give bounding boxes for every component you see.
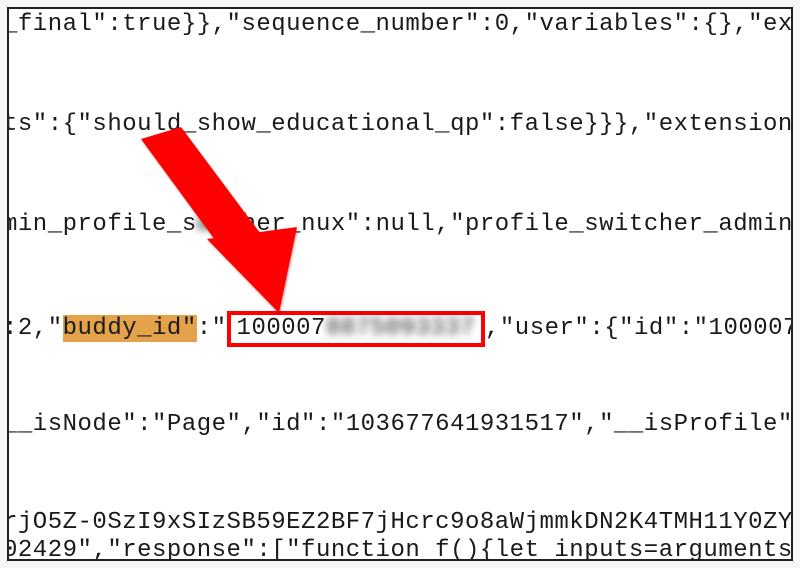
code-line-5: rjO5Z-0SzI9xSIzSB59EZ2BF7jHcrc9o8aWjmmkD… [7,509,793,536]
code-text: ,"user":{"id":" [485,315,709,342]
boxed-value-clear: 100007 [237,315,326,342]
code-line-2: min_profile_swither_nux":null,"profile_s… [7,211,793,238]
code-line-6: 02429","response":["function f(){let inp… [7,537,793,561]
code-line-3: :2,"buddy_id":"1000078875093337,"user":{… [7,311,793,347]
user-id-clear: 100007 [709,315,793,342]
highlighted-key-buddy-id: buddy_id" [63,315,197,342]
code-text: ts":{"should_show_educational_qp":false}… [7,111,793,138]
code-text: :2," [7,315,63,342]
code-text: :" [197,315,227,342]
code-text: 02429","response":["function f(){let inp… [7,537,793,561]
code-text: min_profile_s [7,211,197,238]
code-line-1: ts":{"should_show_educational_qp":false}… [7,111,793,138]
red-box-value: 1000078875093337 [227,311,485,347]
code-viewport: _final":true}},"sequence_number":0,"vari… [7,7,793,561]
blurred-text: wit [197,211,242,238]
boxed-value-blurred: 8875093337 [326,317,475,341]
code-line-4: __isNode":"Page","id":"103677641931517",… [7,411,793,438]
code-text: __isNode":"Page","id":"103677641931517",… [7,411,793,438]
code-text: her_nux":null,"profile_switcher_admin_ed… [241,211,793,238]
code-text: _final":true}},"sequence_number":0,"vari… [7,11,793,38]
code-line-0: _final":true}},"sequence_number":0,"vari… [7,11,793,38]
code-text: rjO5Z-0SzI9xSIzSB59EZ2BF7jHcrc9o8aWjmmkD… [7,509,793,536]
